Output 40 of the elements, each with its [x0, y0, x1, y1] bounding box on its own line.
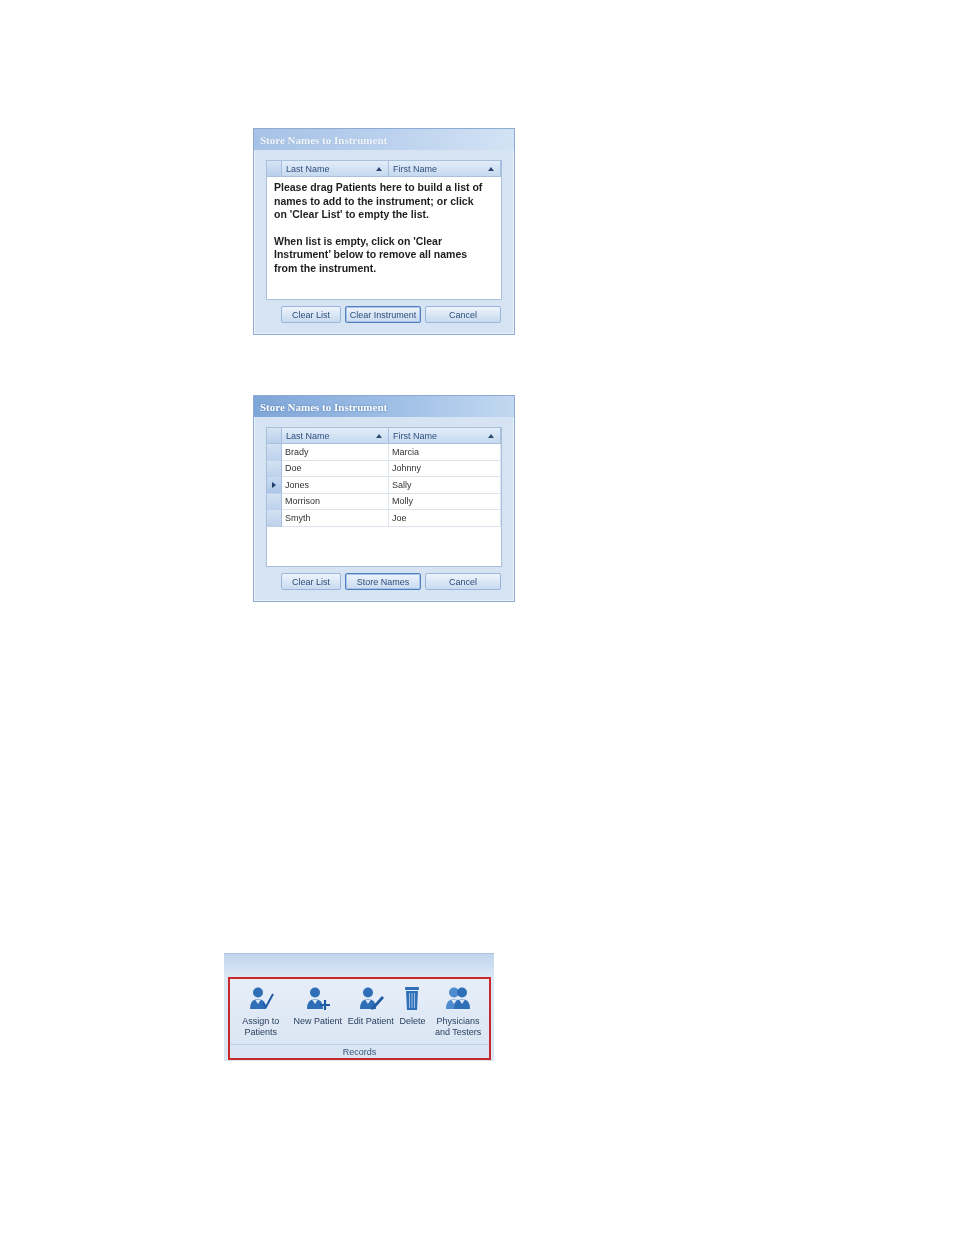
- ribbon-button[interactable]: Edit Patient: [346, 985, 395, 1027]
- table-cell: Joe: [389, 510, 501, 527]
- dialog-title: Store Names to Instrument: [260, 400, 388, 413]
- table-cell: Doe: [282, 460, 389, 477]
- person-check-icon: [247, 985, 274, 1011]
- ribbon-button[interactable]: Delete: [398, 985, 427, 1027]
- table-cell: Marcia: [389, 444, 501, 461]
- instructions-text: When list is empty, click on 'Clear Instrument’ below to remove all names from the instrument.: [274, 234, 469, 275]
- table-cell: Brady: [282, 444, 389, 461]
- dialog-title: Store Names to Instrument: [260, 133, 388, 146]
- two-people-icon: [445, 985, 472, 1011]
- column-header[interactable]: Last Name: [282, 428, 389, 444]
- sort-up-icon: [488, 166, 494, 171]
- ribbon-button[interactable]: New Patient: [292, 985, 344, 1027]
- group-label: Records: [342, 1046, 377, 1057]
- sort-up-icon: [376, 166, 382, 171]
- table-cell: Jones: [282, 477, 389, 494]
- ribbon-button[interactable]: Assign to Patients: [232, 985, 289, 1038]
- person-plus-icon: [304, 985, 331, 1011]
- person-pencil-icon: [357, 985, 384, 1011]
- dialog-button[interactable]: Cancel: [425, 573, 501, 590]
- table-cell: Johnny: [389, 460, 501, 477]
- column-header[interactable]: Last Name: [282, 161, 389, 177]
- sort-up-icon: [376, 433, 382, 438]
- dialog-button[interactable]: Clear List: [281, 573, 341, 590]
- dialog-button[interactable]: Clear Instrument: [345, 306, 421, 323]
- instructions-text: Please drag Patients here to build a list of names to add to the instrument; or click on 'Clear List' to empty the list.: [274, 181, 484, 222]
- table-cell: Molly: [389, 493, 501, 510]
- row-pointer-icon: [272, 481, 276, 488]
- dialog-button[interactable]: Store Names: [345, 573, 421, 590]
- table-cell: Sally: [389, 477, 501, 494]
- table-cell: Morrison: [282, 493, 389, 510]
- table-cell: Smyth: [282, 510, 389, 527]
- column-header[interactable]: First Name: [389, 161, 501, 177]
- dialog-button[interactable]: Cancel: [425, 306, 501, 323]
- row-selector[interactable]: [267, 477, 282, 494]
- dialog-button[interactable]: Clear List: [281, 306, 341, 323]
- ribbon-button[interactable]: Physicians and Testers: [430, 985, 487, 1038]
- column-header[interactable]: First Name: [389, 428, 501, 444]
- sort-up-icon: [488, 433, 494, 438]
